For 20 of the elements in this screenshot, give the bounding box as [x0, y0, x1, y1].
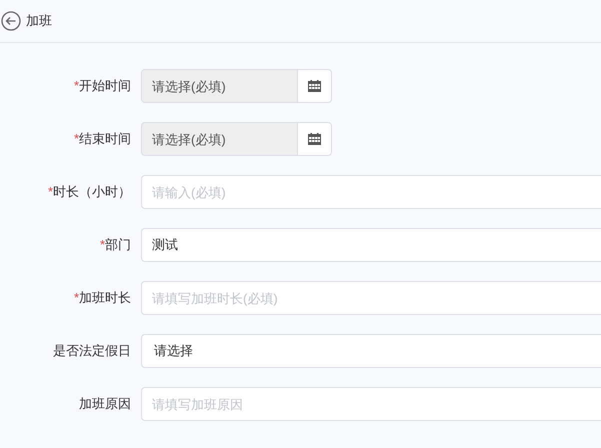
input-field[interactable]: 测试: [141, 228, 601, 262]
field-label: 是否法定假日: [52, 342, 132, 360]
input-field[interactable]: 请输入(必填): [141, 175, 601, 209]
calendar-button[interactable]: [297, 122, 332, 156]
field-label: *时长（小时）: [46, 183, 132, 201]
date-field[interactable]: 请选择(必填): [141, 69, 297, 103]
calendar-icon: [308, 133, 321, 145]
field-label: *开始时间: [72, 77, 132, 95]
field-label: *结束时间: [72, 130, 132, 148]
calendar-button[interactable]: [297, 69, 332, 103]
input-field[interactable]: 请填写加班原因: [141, 387, 601, 421]
input-field[interactable]: 请填写加班时长(必填): [141, 281, 601, 315]
calendar-icon: [308, 80, 321, 92]
page-title: 加班: [26, 12, 52, 30]
field-label: *部门: [98, 236, 132, 254]
back-icon[interactable]: [1, 11, 21, 31]
select-field[interactable]: 请选择: [141, 334, 601, 368]
date-field[interactable]: 请选择(必填): [141, 122, 297, 156]
field-label: *加班时长: [72, 289, 132, 307]
field-label: 加班原因: [78, 395, 132, 413]
